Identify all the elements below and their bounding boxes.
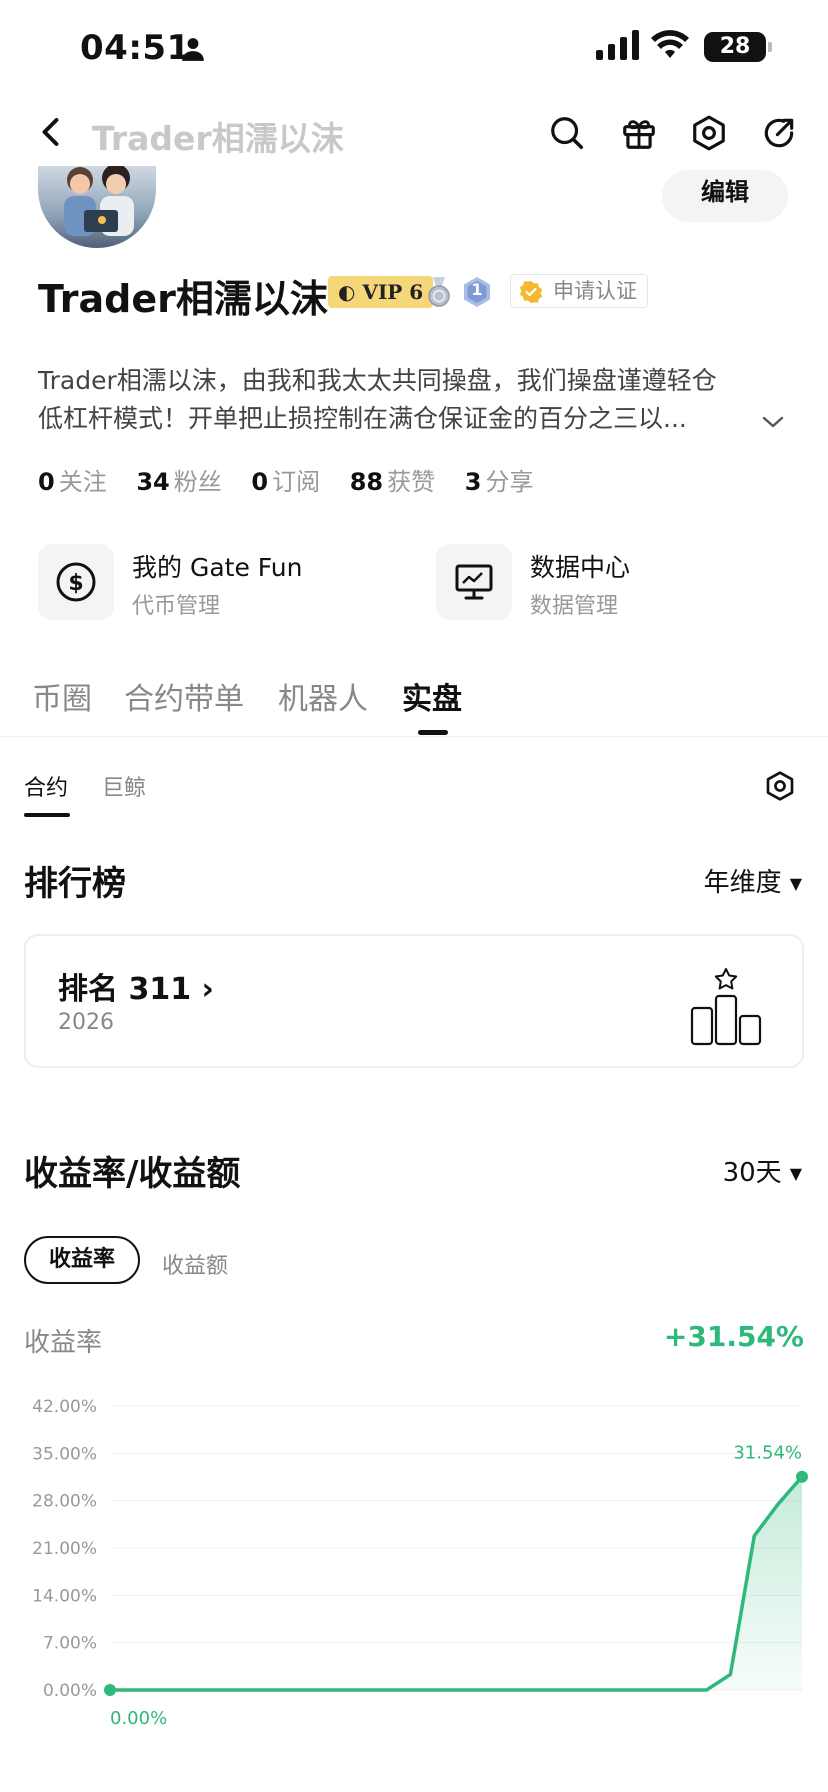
person-icon <box>182 38 204 61</box>
tab-coin-circle[interactable]: 币圈 <box>32 674 92 718</box>
divider <box>0 736 828 737</box>
returns-period-dropdown[interactable]: 30天 ▼ <box>723 1152 802 1189</box>
active-subtab-indicator <box>24 813 70 817</box>
pill-return-rate[interactable]: 收益率 <box>24 1236 140 1284</box>
settings-hex-icon[interactable] <box>690 114 728 152</box>
data-center-card[interactable] <box>436 544 512 620</box>
rank-year: 2026 <box>58 1010 114 1035</box>
leaderboard-period-dropdown[interactable]: 年维度 ▼ <box>704 862 802 899</box>
rank-text: 排名 311 <box>58 972 192 1007</box>
data-center-subtitle: 数据管理 <box>530 594 619 619</box>
subtab-whale[interactable]: 巨鲸 <box>102 770 146 802</box>
podium-icon <box>690 968 762 1046</box>
y-tick-label: 35.00% <box>32 1444 97 1464</box>
tab-bots[interactable]: 机器人 <box>278 674 368 718</box>
level-badge-label: 1 <box>471 280 483 299</box>
y-tick-label: 42.00% <box>32 1397 97 1417</box>
avatar[interactable] <box>38 166 156 248</box>
chevron-down-icon[interactable] <box>760 412 786 432</box>
start-point <box>104 1684 116 1696</box>
metric-label: 收益率 <box>24 1328 103 1358</box>
rank-card[interactable]: 排名 311 › 2026 <box>24 934 804 1068</box>
pill-return-amount[interactable]: 收益额 <box>162 1248 228 1280</box>
returns-chart[interactable]: 42.00% 35.00% 28.00% 21.00% 14.00% 7.00% 0.00%… <box>0 1380 828 1792</box>
vip-badge[interactable]: ◐ VIP 6 <box>328 276 434 308</box>
caret-down-icon: ▼ <box>789 1164 802 1183</box>
vip-badge-label: VIP 6 <box>362 280 424 304</box>
gate-fun-card[interactable]: $ <box>38 544 114 620</box>
stat-following[interactable]: 0 关注 <box>38 468 129 496</box>
battery-indicator: 28 <box>704 32 766 62</box>
bio-line: 低杠杆模式！开单把止损控制在满仓保证金的百分之三以... <box>38 404 687 433</box>
stat-shares[interactable]: 3 分享 <box>465 468 556 496</box>
gift-icon[interactable] <box>620 114 658 152</box>
subtab-contract[interactable]: 合约 <box>24 770 68 802</box>
leaderboard-title: 排行榜 <box>24 864 126 904</box>
stat-likes[interactable]: 88 获赞 <box>350 468 457 496</box>
y-tick-label: 0.00% <box>43 1681 97 1701</box>
y-tick-label: 28.00% <box>32 1492 97 1512</box>
end-value-label: 31.54% <box>733 1443 802 1464</box>
rank-label: 排名 311 › <box>58 964 214 1008</box>
end-point <box>796 1470 808 1483</box>
returns-period-label: 30天 <box>722 1158 782 1188</box>
svg-text:$: $ <box>68 571 83 596</box>
signal-icon <box>596 30 639 60</box>
y-tick-label: 14.00% <box>32 1586 97 1606</box>
metric-value: +31.54% <box>663 1320 804 1353</box>
level-badge[interactable]: 1 <box>462 276 492 308</box>
wifi-icon <box>651 30 689 58</box>
data-center-title[interactable]: 数据中心 <box>530 548 630 584</box>
nav-title: Trader相濡以沫 <box>92 119 344 158</box>
bio-line: Trader相濡以沫，由我和我太太共同操盘，我们操盘谨遵轻仓 <box>38 366 717 395</box>
battery-tip <box>768 42 772 52</box>
y-tick-label: 21.00% <box>32 1539 97 1559</box>
caret-down-icon: ▼ <box>789 874 802 893</box>
monitor-chart-icon <box>455 564 493 600</box>
tab-live-trading[interactable]: 实盘 <box>402 674 462 718</box>
settings-hex-icon[interactable] <box>764 770 796 802</box>
tab-copy-trading[interactable]: 合约带单 <box>124 674 244 718</box>
cert-label: 申请认证 <box>553 279 637 303</box>
avatar-illustration <box>64 166 134 236</box>
area-fill <box>110 1476 802 1690</box>
back-chevron-icon[interactable] <box>34 114 70 150</box>
leaderboard-period-label: 年维度 <box>703 868 782 898</box>
stat-followers[interactable]: 34 粉丝 <box>136 468 243 496</box>
dollar-circle-icon: $ <box>56 562 96 602</box>
search-icon[interactable] <box>548 114 586 152</box>
start-value-label: 0.00% <box>110 1708 167 1729</box>
share-icon[interactable] <box>760 114 798 152</box>
silver-medal-icon[interactable] <box>424 276 454 308</box>
profile-stats: 0 关注 34 粉丝 0 订阅 88 获赞 3 分享 <box>38 462 555 497</box>
gate-fun-subtitle: 代币管理 <box>132 594 221 619</box>
status-time: 04:51 <box>80 28 191 68</box>
y-tick-label: 7.00% <box>43 1634 97 1654</box>
verified-badge-icon <box>519 281 543 303</box>
gate-fun-title[interactable]: 我的 Gate Fun <box>132 548 302 584</box>
edit-profile-button[interactable]: 编辑 <box>662 170 788 222</box>
series-line <box>110 1475 804 1692</box>
apply-certification-button[interactable]: 申请认证 <box>510 274 648 308</box>
username: Trader相濡以沫 <box>38 277 328 321</box>
bio[interactable]: Trader相濡以沫，由我和我太太共同操盘，我们操盘谨遵轻仓 低杠杆模式！开单把… <box>38 362 768 438</box>
stat-subscriptions[interactable]: 0 订阅 <box>251 468 342 496</box>
chevron-right-icon: › <box>201 972 214 1007</box>
active-tab-indicator <box>418 730 448 735</box>
gate-logo-icon: ◐ <box>338 280 356 304</box>
returns-title: 收益率/收益额 <box>24 1154 241 1194</box>
